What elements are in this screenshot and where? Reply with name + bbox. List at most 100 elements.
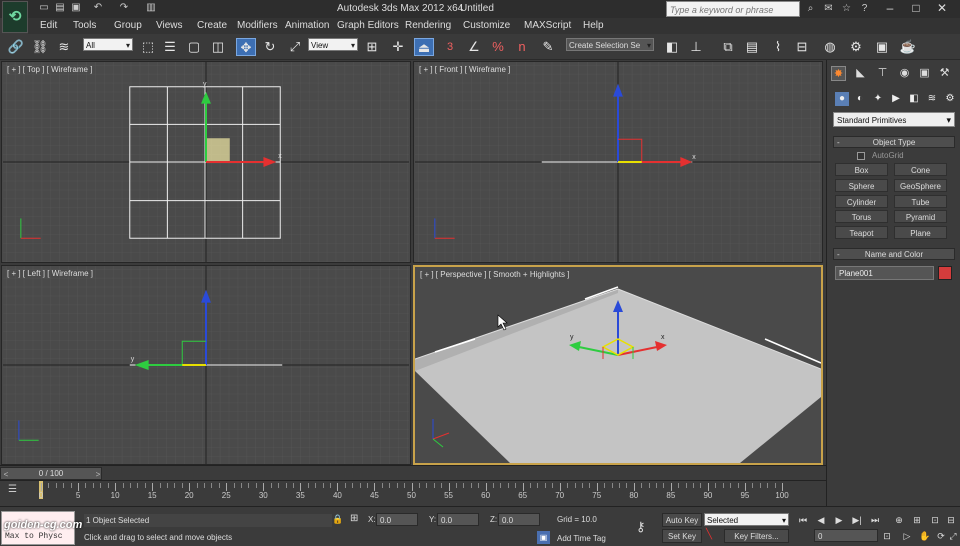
reference-coordinate-dropdown[interactable]: View [308,38,358,52]
object-type-rollout[interactable]: - Object Type [833,136,955,148]
lights-icon[interactable]: ✦ [871,92,885,106]
time-tag-icon[interactable]: ▣ [537,531,550,544]
redo-icon[interactable]: ↷ [118,2,130,14]
space-warps-icon[interactable]: ≋ [925,92,939,106]
menu-animation[interactable]: Animation [285,20,329,31]
plane-button[interactable]: Plane [894,226,947,239]
helpers-icon[interactable]: ◧ [907,92,921,106]
named-selection-dropdown[interactable]: Create Selection Se [566,38,654,52]
set-key-button[interactable]: Set Key [662,529,702,543]
communication-icon[interactable]: ☆ [840,2,853,15]
add-time-tag[interactable]: Add Time Tag [557,534,606,543]
geosphere-button[interactable]: GeoSphere [894,179,947,192]
zoom-icon[interactable]: ⊕ [892,513,906,527]
absolute-mode-icon[interactable]: ⊞ [350,513,364,527]
display-tab-icon[interactable]: ▣ [917,66,932,81]
teapot-button[interactable]: Teapot [835,226,888,239]
object-name-field[interactable]: Plane001 [835,266,934,280]
name-color-rollout[interactable]: - Name and Color [833,248,955,260]
hierarchy-tab-icon[interactable]: ⊤ [875,66,890,81]
mini-curve-editor-icon[interactable]: ☰ [8,484,22,496]
menu-help[interactable]: Help [583,20,604,31]
box-button[interactable]: Box [835,163,888,176]
current-frame-field[interactable]: 0 [814,529,878,542]
menu-edit[interactable]: Edit [40,20,57,31]
subscription-icon[interactable]: ✉ [822,2,835,15]
menu-graph-editors[interactable]: Graph Editors [337,20,399,31]
help-icon[interactable]: ? [858,2,871,15]
set-keys-key-icon[interactable]: ⚷ [636,519,658,535]
search-input[interactable]: Type a keyword or phrase [666,1,800,17]
time-configuration-icon[interactable]: ⊡ [880,529,894,543]
time-slider-track[interactable]: < 0 / 100 > [0,465,826,480]
select-object-icon[interactable]: ⬚ [138,38,158,56]
undo-icon[interactable]: ↶ [92,2,104,14]
cone-button[interactable]: Cone [894,163,947,176]
save-file-icon[interactable]: ▣ [70,2,82,14]
viewport-left[interactable]: y [ + ] [ Left ] [ Wireframe ] [1,265,411,465]
keyboard-shortcut-override-icon[interactable]: ⏏ [414,38,434,56]
cylinder-button[interactable]: Cylinder [835,195,888,208]
selection-filter-dropdown[interactable]: All [83,38,133,52]
play-icon[interactable]: ▶ [832,513,846,527]
schematic-view-icon[interactable]: ⊟ [792,38,812,56]
cameras-icon[interactable]: ▶ [889,92,903,106]
viewport-perspective[interactable]: x y [ + ] [ Perspective ] [ Smooth + Hig… [413,265,823,465]
material-editor-icon[interactable]: ◍ [820,38,840,56]
minimize-icon[interactable]: – [880,0,900,17]
close-icon[interactable]: ✕ [932,0,952,17]
maximize-icon[interactable]: □ [906,0,926,17]
pivot-center-icon[interactable]: ⊞ [362,38,382,56]
shapes-icon[interactable]: ◐ [853,92,867,106]
select-and-rotate-icon[interactable]: ↻ [260,38,280,56]
zoom-extents-all-icon[interactable]: ⊟ [944,513,958,527]
go-to-end-icon[interactable]: ⏭ [868,513,882,527]
zoom-all-icon[interactable]: ⊞ [910,513,924,527]
layer-manager-icon[interactable]: ⧉ [718,38,738,56]
menu-maxscript[interactable]: MAXScript [524,20,571,31]
edit-named-selection-icon[interactable]: ✎ [538,38,558,56]
time-slider[interactable]: < 0 / 100 > [0,467,102,480]
maximize-viewport-icon[interactable]: ⤢ [946,529,960,543]
spinner-snap-icon[interactable]: n [512,38,532,56]
viewport-label-perspective[interactable]: [ + ] [ Perspective ] [ Smooth + Highlig… [420,270,569,279]
application-button-icon[interactable]: ⟲ [2,1,28,33]
menu-rendering[interactable]: Rendering [405,20,451,31]
torus-button[interactable]: Torus [835,210,888,223]
render-production-icon[interactable]: ☕ [898,38,918,56]
go-to-start-icon[interactable]: ⏮ [796,513,810,527]
graphite-ribbon-icon[interactable]: ▤ [742,38,762,56]
pan-icon[interactable]: ✋ [918,529,932,543]
viewport-label-top[interactable]: [ + ] [ Top ] [ Wireframe ] [7,65,92,74]
mirror-icon[interactable]: ◧ [662,38,682,56]
open-file-icon[interactable]: ▤ [54,2,66,14]
link-icon[interactable]: 🔗 [6,38,26,56]
geometry-icon[interactable]: ● [835,92,849,106]
create-tab-icon[interactable]: ✸ [831,66,846,81]
menu-group[interactable]: Group [114,20,142,31]
maxscript-text[interactable]: Max to Physc [5,532,63,541]
auto-key-button[interactable]: Auto Key [662,513,702,527]
menu-tools[interactable]: Tools [73,20,96,31]
x-coordinate-field[interactable]: 0.0 [376,513,418,526]
rectangular-selection-icon[interactable]: ▢ [184,38,204,56]
viewport-label-front[interactable]: [ + ] [ Front ] [ Wireframe ] [419,65,510,74]
systems-icon[interactable]: ⚙ [943,92,957,106]
zoom-extents-icon[interactable]: ⊡ [928,513,942,527]
snaps-toggle-icon[interactable]: 3 [440,38,460,56]
y-coordinate-field[interactable]: 0.0 [437,513,479,526]
rendered-frame-icon[interactable]: ▣ [872,38,892,56]
z-coordinate-field[interactable]: 0.0 [498,513,540,526]
sphere-button[interactable]: Sphere [835,179,888,192]
bind-space-warp-icon[interactable]: ≋ [54,38,74,56]
window-crossing-icon[interactable]: ◫ [208,38,228,56]
curve-editor-icon[interactable]: ⌇ [768,38,788,56]
key-filter-icon[interactable]: ╲ [706,529,720,543]
next-frame-icon[interactable]: ▶| [850,513,864,527]
object-color-swatch[interactable] [938,266,952,280]
unlink-icon[interactable]: ⛓ [30,38,50,56]
viewport-label-left[interactable]: [ + ] [ Left ] [ Wireframe ] [7,269,93,278]
select-and-scale-icon[interactable]: ⤢ [285,38,305,56]
utilities-tab-icon[interactable]: ⚒ [937,66,952,81]
motion-tab-icon[interactable]: ◉ [897,66,912,81]
